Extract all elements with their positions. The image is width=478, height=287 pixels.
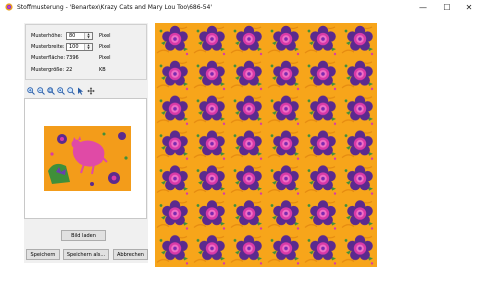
image-preview bbox=[24, 98, 147, 219]
zoom-toolbar bbox=[27, 86, 95, 96]
width-value: 100 bbox=[69, 43, 79, 50]
select-arrow-icon[interactable] bbox=[77, 87, 85, 95]
height-label: Musterhöhe: bbox=[31, 32, 63, 39]
size-row: Mustergröße: 22 KB bbox=[31, 65, 106, 74]
zoom-fit-icon[interactable] bbox=[47, 87, 55, 95]
cancel-button[interactable]: Abbrechen bbox=[113, 249, 148, 260]
width-unit: Pixel bbox=[99, 43, 111, 50]
size-label: Mustergröße: bbox=[31, 66, 65, 73]
tiled-fabric-pattern bbox=[155, 23, 377, 267]
height-value: 80 bbox=[69, 32, 76, 39]
maximize-button[interactable]: ☐ bbox=[436, 0, 458, 14]
spin-up-down-icon[interactable]: ▲ ▼ bbox=[84, 43, 92, 50]
fabric-preview-image bbox=[44, 126, 131, 191]
spin-up-down-icon[interactable]: ▲ ▼ bbox=[84, 32, 92, 39]
pan-move-icon[interactable] bbox=[87, 87, 95, 95]
zoom-actual-icon[interactable] bbox=[57, 87, 65, 95]
save-button[interactable]: Speichern bbox=[26, 249, 60, 260]
zoom-window-icon[interactable] bbox=[67, 87, 75, 95]
app-icon bbox=[5, 3, 13, 11]
width-label: Musterbreite: bbox=[31, 43, 65, 50]
close-button[interactable]: ✕ bbox=[458, 0, 478, 14]
area-row: Musterfläche: 7396 Pixel bbox=[31, 53, 111, 62]
height-stepper[interactable]: 80 ▲ ▼ bbox=[66, 31, 93, 40]
title-bar: Stoffmusterung - 'Benartex\Krazy Cats an… bbox=[0, 0, 478, 14]
zoom-in-icon[interactable] bbox=[27, 87, 35, 95]
height-unit: Pixel bbox=[99, 32, 111, 39]
pattern-info-group: Musterhöhe: 80 ▲ ▼ Pixel Musterbreite: 100… bbox=[25, 24, 147, 80]
height-row: Musterhöhe: 80 ▲ ▼ Pixel bbox=[31, 31, 111, 40]
area-unit: Pixel bbox=[99, 54, 111, 61]
area-value: 7396 bbox=[66, 54, 79, 61]
size-unit: KB bbox=[99, 66, 106, 73]
width-stepper[interactable]: 100 ▲ ▼ bbox=[66, 42, 93, 51]
zoom-out-icon[interactable] bbox=[37, 87, 45, 95]
fabric-pattern-window: Stoffmusterung - 'Benartex\Krazy Cats an… bbox=[0, 0, 478, 287]
window-title: Stoffmusterung - 'Benartex\Krazy Cats an… bbox=[17, 4, 212, 11]
area-label: Musterfläche: bbox=[31, 54, 66, 61]
width-row: Musterbreite: 100 ▲ ▼ Pixel bbox=[31, 42, 111, 51]
save-as-button[interactable]: Speichern als... bbox=[63, 249, 109, 260]
minimize-button[interactable]: — bbox=[412, 0, 434, 14]
size-value: 22 bbox=[66, 66, 73, 73]
load-image-button[interactable]: Bild laden bbox=[61, 230, 106, 241]
